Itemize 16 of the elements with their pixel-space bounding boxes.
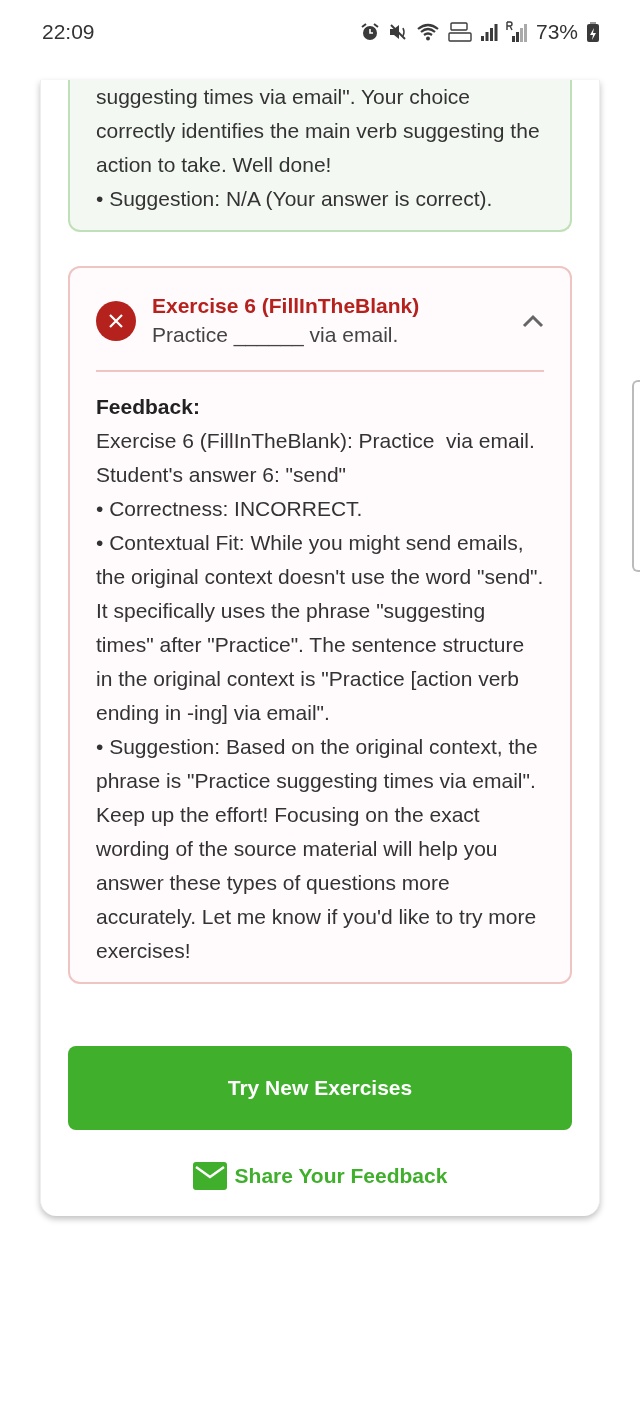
exercise-header[interactable]: Exercise 6 (FillInTheBlank) Practice ______ via email. <box>96 268 544 370</box>
feedback-text: Keep up the effort! Focusing on the exact wording of the source material will help you answer these types of questions more accurately. Let me know if you'd like to try more exercises! <box>96 802 538 964</box>
feedback-text: Student's answer 6: "send" <box>96 462 348 488</box>
feedback-text: • Contextual Fit: While you might send emails, the original context doesn't use the word "send". It specifically uses the phrase "suggesting times" after "Practice". The sentence structure in the original context is "Practice [action verb ending in -ing] via email". <box>96 530 544 726</box>
clock: 22:09 <box>42 19 95 46</box>
feedback-text: Exercise 6 (FillInTheBlank): Practice via email. <box>96 428 536 454</box>
share-feedback-link[interactable]: Share Your Feedback <box>192 1160 448 1192</box>
exercise-prompt: Practice ______ via email. <box>152 322 400 349</box>
battery-percentage: 73% <box>535 19 578 46</box>
feedback-text: • Correctness: INCORRECT. <box>96 496 364 522</box>
feedback-heading: Feedback: <box>96 394 201 420</box>
feedback-text: • Suggestion: Based on the original context, the phrase is "Practice suggesting times via email". <box>96 734 539 794</box>
feedback-text: • Suggestion: N/A (Your answer is correct). <box>96 186 494 212</box>
exercise-title: Exercise 6 (FillInTheBlank) <box>152 293 421 319</box>
try-new-exercises-button[interactable]: Try New Exercises <box>68 1046 572 1130</box>
feedback-text: suggesting times via email". Your choice correctly identifies the main verb suggesting the action to take. Well done! <box>96 84 541 178</box>
